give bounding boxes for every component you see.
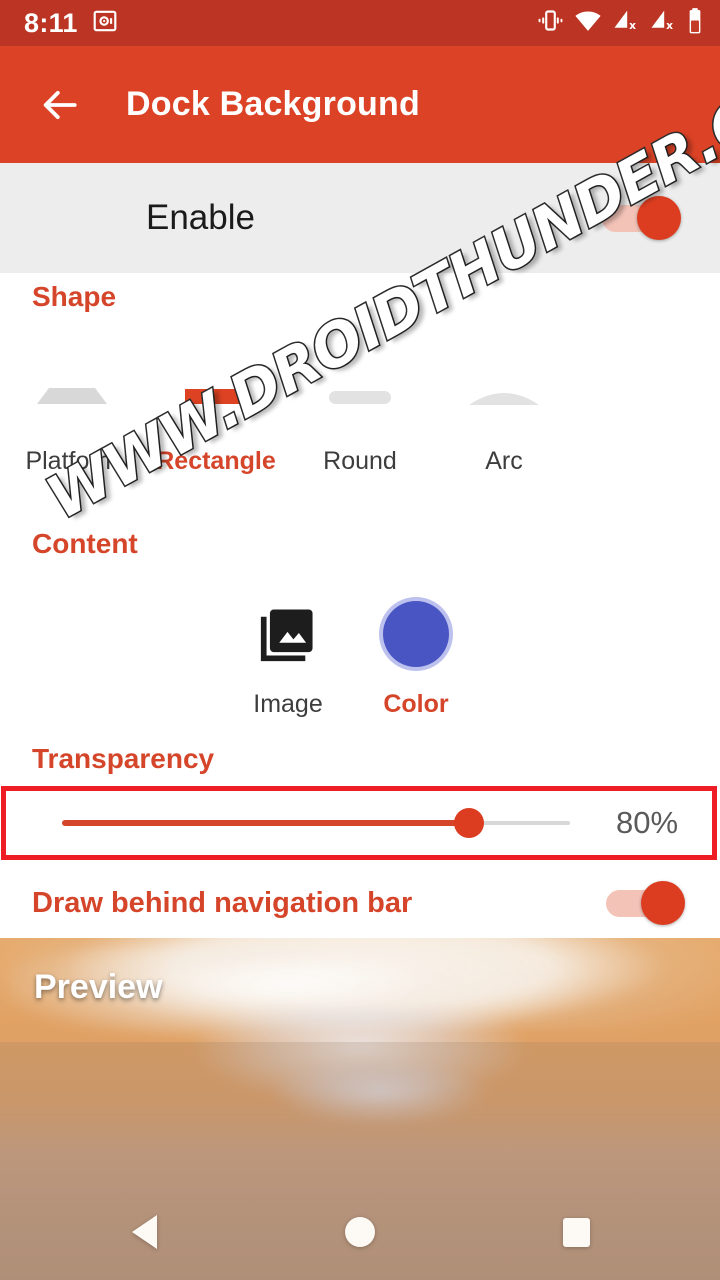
rectangle-shape-icon	[177, 363, 255, 409]
image-icon	[257, 598, 319, 670]
vibrate-icon	[537, 7, 564, 39]
enable-row[interactable]: Enable	[0, 163, 720, 273]
toggle-thumb	[641, 881, 685, 925]
recents-square	[562, 1217, 590, 1247]
shape-option-label: Round	[323, 447, 397, 475]
enable-toggle-switch[interactable]	[602, 196, 681, 240]
content-option-label: Color	[383, 690, 449, 718]
wifi-icon	[574, 7, 602, 40]
transparency-highlight-box	[1, 786, 717, 860]
round-shape-icon	[321, 363, 399, 409]
phone-screen: 8:11 x x Dock Background Enable Shape Pl…	[0, 0, 720, 1280]
nav-recents-icon[interactable]	[546, 1202, 606, 1262]
shape-option-label: Platform	[25, 447, 119, 475]
shape-section-title: Shape	[32, 281, 117, 312]
toggle-thumb	[637, 196, 681, 240]
shape-option-label: Arc	[485, 447, 523, 475]
shape-options-row: Platform Rectangle Round Arc	[0, 363, 720, 476]
status-clock: 8:11	[24, 7, 78, 38]
back-arrow-icon[interactable]	[20, 65, 100, 145]
shape-option-label: Rectangle	[156, 447, 276, 475]
transparency-section-title: Transparency	[32, 743, 215, 774]
app-bar: Dock Background	[0, 46, 720, 163]
back-triangle	[131, 1215, 157, 1249]
content-option-label: Image	[253, 690, 323, 718]
settings-content: Shape Platform Rectangle Round Arc Conte…	[0, 273, 720, 938]
content-section-title: Content	[32, 528, 138, 559]
status-bar-right: x x	[537, 7, 704, 40]
nav-home-icon[interactable]	[330, 1202, 390, 1262]
preview-label: Preview	[34, 968, 163, 1006]
selected-color-circle	[383, 601, 449, 667]
nav-back-icon[interactable]	[114, 1202, 174, 1262]
status-bar: 8:11 x x	[0, 0, 720, 46]
signal-no-sim-1-icon: x	[612, 7, 639, 39]
content-option-color[interactable]: Color	[352, 598, 480, 719]
battery-icon	[686, 7, 704, 40]
color-swatch-icon	[383, 598, 449, 670]
svg-text:x: x	[629, 19, 636, 32]
content-options-row: Image Color	[0, 598, 720, 719]
draw-behind-nav-label: Draw behind navigation bar	[32, 886, 413, 919]
navigation-bar	[0, 1184, 720, 1280]
draw-behind-nav-toggle-switch[interactable]	[606, 881, 685, 925]
preview-area: Preview	[0, 938, 720, 1280]
shape-option-arc[interactable]: Arc	[432, 363, 576, 476]
arc-shape-icon	[465, 363, 543, 409]
enable-label: Enable	[146, 198, 255, 237]
signal-no-sim-2-icon: x	[649, 7, 676, 39]
content-option-image[interactable]: Image	[224, 598, 352, 719]
safe-box-icon	[92, 8, 118, 39]
status-bar-left: 8:11	[24, 8, 118, 39]
platform-shape-icon	[33, 363, 111, 409]
shape-option-rectangle[interactable]: Rectangle	[144, 363, 288, 476]
shape-option-round[interactable]: Round	[288, 363, 432, 476]
shape-option-platform[interactable]: Platform	[0, 363, 144, 476]
svg-text:x: x	[666, 19, 673, 32]
draw-behind-nav-row[interactable]: Draw behind navigation bar	[0, 868, 720, 938]
page-title: Dock Background	[126, 85, 420, 123]
home-circle	[345, 1217, 375, 1247]
